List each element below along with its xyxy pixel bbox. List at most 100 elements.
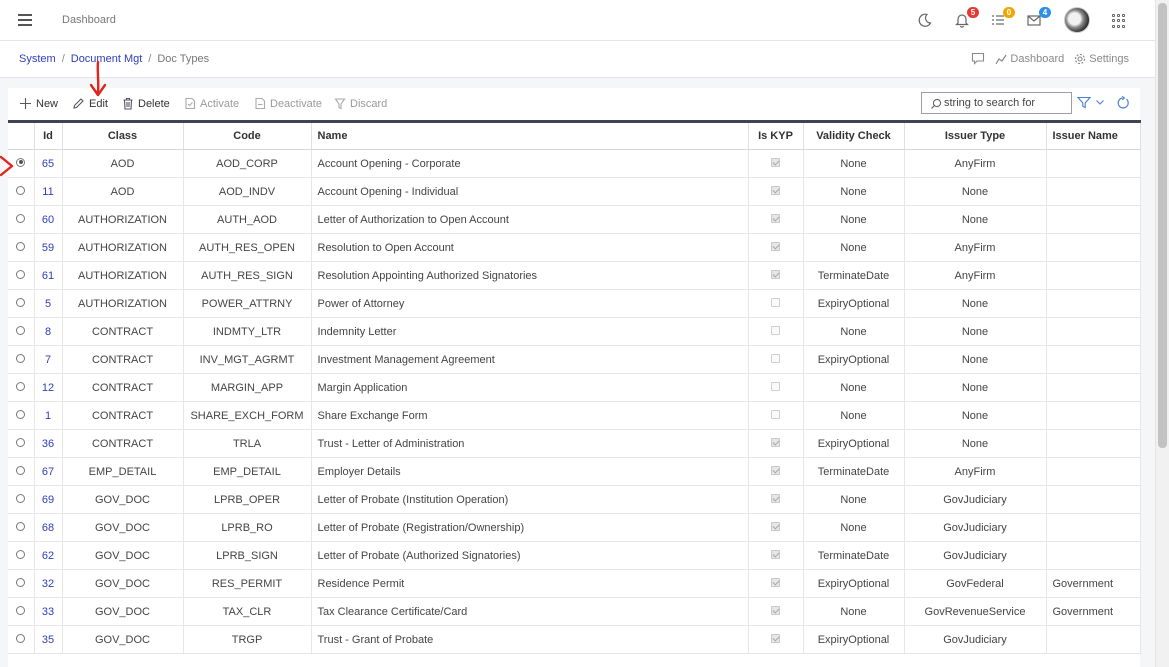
hamburger-menu-icon[interactable] [18, 14, 32, 26]
table-row[interactable]: 36 CONTRACT TRLA Trust - Letter of Administ… [8, 429, 1141, 458]
row-select-cell[interactable] [8, 205, 35, 234]
row-select-cell[interactable] [8, 345, 35, 374]
column-header-issuer-type[interactable]: Issuer Type [904, 121, 1047, 150]
row-select-radio[interactable] [16, 465, 26, 475]
column-header-id[interactable]: Id [34, 121, 63, 150]
row-select-radio[interactable] [16, 549, 26, 559]
new-button[interactable]: New [19, 97, 58, 110]
row-select-cell[interactable] [8, 569, 35, 598]
row-select-radio[interactable] [16, 493, 26, 503]
row-select-radio[interactable] [16, 353, 26, 363]
discard-button[interactable]: Discard [334, 97, 387, 110]
row-select-radio[interactable] [16, 521, 26, 531]
row-select-cell[interactable] [8, 233, 35, 262]
row-select-radio[interactable] [16, 605, 26, 615]
table-row[interactable]: 8 CONTRACT INDMTY_LTR Indemnity Letter None N… [8, 317, 1141, 346]
messages-mail-icon[interactable]: 4 [1027, 7, 1051, 30]
table-row[interactable]: 1 CONTRACT SHARE_EXCH_FORM Share Exchange F… [8, 401, 1141, 430]
column-header-is-kyp[interactable]: Is KYP [748, 121, 804, 150]
table-row[interactable]: 65 AOD AOD_CORP Account Opening - Corporate… [8, 149, 1141, 178]
cell-id[interactable]: 62 [34, 541, 63, 570]
table-row[interactable]: 7 CONTRACT INV_MGT_AGRMT Investment Managem… [8, 345, 1141, 374]
column-header-code[interactable]: Code [183, 121, 312, 150]
table-row[interactable]: 59 AUTHORIZATION AUTH_RES_OPEN Resolution t… [8, 233, 1141, 262]
page-scrollbar-thumb[interactable] [1158, 3, 1167, 448]
table-row[interactable]: 69 GOV_DOC LPRB_OPER Letter of Probate (Ins… [8, 485, 1141, 514]
deactivate-button[interactable]: Deactivate [254, 97, 322, 110]
apps-grid-icon[interactable] [1112, 14, 1126, 28]
cell-id[interactable]: 1 [34, 401, 63, 430]
search-input[interactable] [944, 95, 1068, 111]
cell-id[interactable]: 60 [34, 205, 63, 234]
cell-id[interactable]: 67 [34, 457, 63, 486]
table-row[interactable]: 61 AUTHORIZATION AUTH_RES_SIGN Resolution A… [8, 261, 1141, 290]
tasks-list-icon[interactable]: 0 [991, 7, 1015, 30]
cell-id[interactable]: 35 [34, 625, 63, 654]
cell-id[interactable]: 12 [34, 373, 63, 402]
dark-mode-moon-icon[interactable] [917, 12, 935, 30]
table-row[interactable]: 32 GOV_DOC RES_PERMIT Residence Permit Expir… [8, 569, 1141, 598]
row-select-radio[interactable] [16, 381, 26, 391]
cell-id[interactable]: 7 [34, 345, 63, 374]
row-select-cell[interactable] [8, 289, 35, 318]
row-select-cell[interactable] [8, 625, 35, 654]
column-header-class[interactable]: Class [62, 121, 184, 150]
table-row[interactable]: 11 AOD AOD_INDV Account Opening - Individua… [8, 177, 1141, 206]
row-select-cell[interactable] [8, 149, 35, 178]
cell-id[interactable]: 33 [34, 597, 63, 626]
row-select-cell[interactable] [8, 317, 35, 346]
cell-id[interactable]: 69 [34, 485, 63, 514]
notifications-bell-icon[interactable]: 5 [955, 7, 979, 30]
row-select-radio[interactable] [16, 241, 26, 251]
cell-id[interactable]: 68 [34, 513, 63, 542]
row-select-cell[interactable] [8, 401, 35, 430]
row-select-cell[interactable] [8, 373, 35, 402]
filter-icon[interactable] [1076, 96, 1092, 112]
comment-button[interactable] [971, 52, 985, 65]
refresh-icon[interactable] [1116, 95, 1130, 113]
page-scrollbar[interactable] [1155, 0, 1169, 667]
row-select-cell[interactable] [8, 177, 35, 206]
row-select-radio[interactable] [16, 269, 26, 279]
row-select-cell[interactable] [8, 541, 35, 570]
table-row[interactable]: 67 EMP_DETAIL EMP_DETAIL Employer Details Te… [8, 457, 1141, 486]
column-header-validity-check[interactable]: Validity Check [803, 121, 905, 150]
activate-button[interactable]: Activate [184, 97, 239, 110]
row-select-radio[interactable] [16, 297, 26, 307]
row-select-cell[interactable] [8, 513, 35, 542]
row-select-radio[interactable] [16, 633, 26, 643]
row-select-cell[interactable] [8, 485, 35, 514]
cell-id[interactable]: 8 [34, 317, 63, 346]
column-header-issuer-name[interactable]: Issuer Name [1046, 121, 1141, 150]
table-row[interactable]: 62 GOV_DOC LPRB_SIGN Letter of Probate (Aut… [8, 541, 1141, 570]
row-select-radio[interactable] [16, 157, 26, 167]
table-row[interactable]: 68 GOV_DOC LPRB_RO Letter of Probate (Regis… [8, 513, 1141, 542]
cell-id[interactable]: 61 [34, 261, 63, 290]
filter-dropdown-chevron-icon[interactable] [1095, 96, 1105, 112]
table-row[interactable]: 5 AUTHORIZATION POWER_ATTRNY Power of Attor… [8, 289, 1141, 318]
row-select-radio[interactable] [16, 325, 26, 335]
row-select-cell[interactable] [8, 429, 35, 458]
row-select-cell[interactable] [8, 597, 35, 626]
row-select-radio[interactable] [16, 213, 26, 223]
delete-button[interactable]: Delete [122, 97, 170, 110]
table-row[interactable]: 33 GOV_DOC TAX_CLR Tax Clearance Certificat… [8, 597, 1141, 626]
table-row[interactable]: 60 AUTHORIZATION AUTH_AOD Letter of Authori… [8, 205, 1141, 234]
dashboard-link[interactable]: Dashboard [995, 53, 1064, 65]
row-select-cell[interactable] [8, 457, 35, 486]
row-select-radio[interactable] [16, 185, 26, 195]
cell-id[interactable]: 5 [34, 289, 63, 318]
table-row[interactable]: 12 CONTRACT MARGIN_APP Margin Application No… [8, 373, 1141, 402]
user-avatar[interactable] [1064, 7, 1090, 33]
column-header-name[interactable]: Name [311, 121, 749, 150]
cell-id[interactable]: 59 [34, 233, 63, 262]
settings-link[interactable]: Settings [1074, 53, 1129, 65]
breadcrumb-document-mgt[interactable]: Document Mgt [71, 53, 143, 65]
table-row[interactable]: 35 GOV_DOC TRGP Trust - Grant of Probate Exp… [8, 625, 1141, 654]
cell-id[interactable]: 36 [34, 429, 63, 458]
row-select-radio[interactable] [16, 409, 26, 419]
row-select-radio[interactable] [16, 437, 26, 447]
row-select-radio[interactable] [16, 577, 26, 587]
row-select-cell[interactable] [8, 261, 35, 290]
breadcrumb-system[interactable]: System [19, 53, 56, 65]
